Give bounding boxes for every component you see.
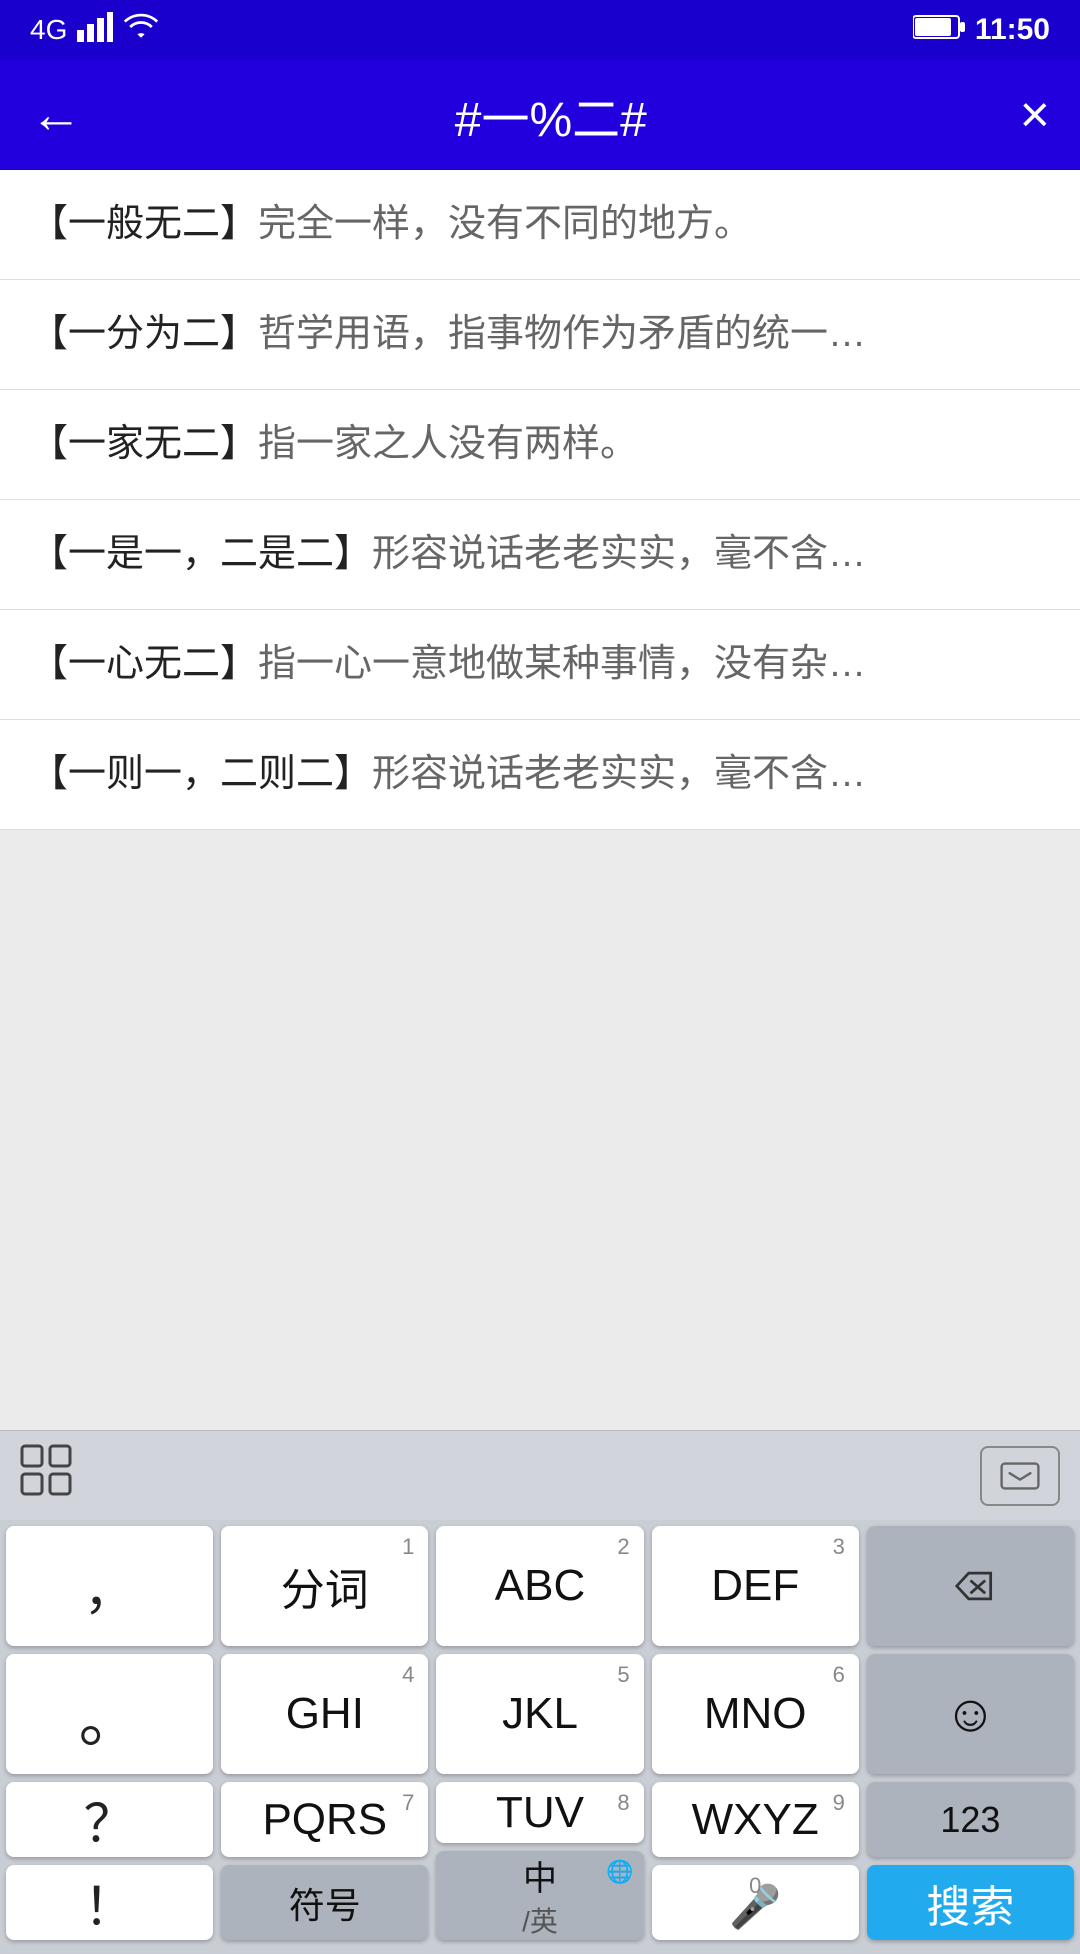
result-item-5[interactable]: 【一则一，二则二】形容说话老老实实，毫不含…: [0, 720, 1080, 830]
key-question[interactable]: ？: [6, 1782, 213, 1857]
results-list: 【一般无二】完全一样，没有不同的地方。【一分为二】哲学用语，指事物作为矛盾的统一…: [0, 170, 1080, 830]
key-fenci[interactable]: 1 分词: [221, 1526, 428, 1646]
result-item-0[interactable]: 【一般无二】完全一样，没有不同的地方。: [0, 170, 1080, 280]
idiom-key-2: 【一家无二】: [30, 423, 258, 465]
idiom-desc-3: 形容说话老老实实，毫不含…: [372, 533, 866, 575]
idiom-desc-1: 哲学用语，指事物作为矛盾的统一…: [258, 313, 866, 355]
header: ← #一%二# ×: [0, 60, 1080, 170]
key-jkl[interactable]: 5 JKL: [436, 1654, 643, 1774]
key-123[interactable]: 123: [867, 1782, 1074, 1857]
keyboard-row-2: 。 4 GHI 5 JKL 6 MNO ☺: [6, 1654, 1074, 1774]
hide-keyboard-button[interactable]: [980, 1446, 1060, 1506]
keyboard-row-1: ， 1 分词 2 ABC 3 DEF: [6, 1526, 1074, 1646]
back-button[interactable]: ←: [30, 85, 82, 145]
idiom-desc-2: 指一家之人没有两样。: [258, 423, 638, 465]
status-left: 4G: [30, 12, 159, 49]
result-item-1[interactable]: 【一分为二】哲学用语，指事物作为矛盾的统一…: [0, 280, 1080, 390]
key-wxyz[interactable]: 9 WXYZ: [652, 1782, 859, 1857]
key-zero-mic[interactable]: 0 🎤: [652, 1865, 859, 1940]
time-display: 11:50: [975, 13, 1050, 47]
idiom-key-4: 【一心无二】: [30, 643, 258, 685]
keyboard-rows-3-4: ？ ！ 7 PQRS 符号 8 TUV 🌐 中/英 9 WXYZ: [6, 1782, 1074, 1940]
key-pqrs[interactable]: 7 PQRS: [221, 1782, 428, 1857]
empty-area: [0, 830, 1080, 1430]
key-mno[interactable]: 6 MNO: [652, 1654, 859, 1774]
keyboard-rows: ， 1 分词 2 ABC 3 DEF 。 4 GHI 5 J: [0, 1520, 1080, 1954]
idiom-desc-5: 形容说话老老实实，毫不含…: [372, 753, 866, 795]
battery-icon: [913, 14, 965, 47]
key-fuhao[interactable]: 符号: [221, 1865, 428, 1940]
status-bar: 4G 11:50: [0, 0, 1080, 60]
idiom-key-1: 【一分为二】: [30, 313, 258, 355]
network-bars-icon: [77, 12, 113, 49]
idiom-desc-4: 指一心一意地做某种事情，没有杂…: [258, 643, 866, 685]
key-period[interactable]: 。: [6, 1654, 213, 1774]
key-search-blue[interactable]: 搜索: [867, 1865, 1074, 1940]
keyboard-toolbar: [0, 1430, 1080, 1520]
key-exclaim[interactable]: ！: [6, 1865, 213, 1940]
result-item-4[interactable]: 【一心无二】指一心一意地做某种事情，没有杂…: [0, 610, 1080, 720]
key-comma[interactable]: ，: [6, 1526, 213, 1646]
wifi-icon: [123, 12, 159, 49]
grid-icon[interactable]: [20, 1444, 72, 1507]
close-button[interactable]: ×: [1020, 85, 1050, 145]
status-right: 11:50: [913, 13, 1050, 47]
key-ghi[interactable]: 4 GHI: [221, 1654, 428, 1774]
idiom-desc-0: 完全一样，没有不同的地方。: [258, 203, 752, 245]
key-zhongying[interactable]: 🌐 中/英: [436, 1851, 643, 1940]
idiom-key-5: 【一则一，二则二】: [30, 753, 372, 795]
idiom-key-3: 【一是一，二是二】: [30, 533, 372, 575]
search-title: #一%二#: [82, 80, 1020, 150]
key-backspace[interactable]: [867, 1526, 1074, 1646]
key-emoji[interactable]: ☺: [867, 1654, 1074, 1774]
signal-icon: 4G: [30, 14, 67, 46]
key-abc[interactable]: 2 ABC: [436, 1526, 643, 1646]
key-tuv[interactable]: 8 TUV: [436, 1782, 643, 1843]
result-item-2[interactable]: 【一家无二】指一家之人没有两样。: [0, 390, 1080, 500]
idiom-key-0: 【一般无二】: [30, 203, 258, 245]
key-def[interactable]: 3 DEF: [652, 1526, 859, 1646]
result-item-3[interactable]: 【一是一，二是二】形容说话老老实实，毫不含…: [0, 500, 1080, 610]
